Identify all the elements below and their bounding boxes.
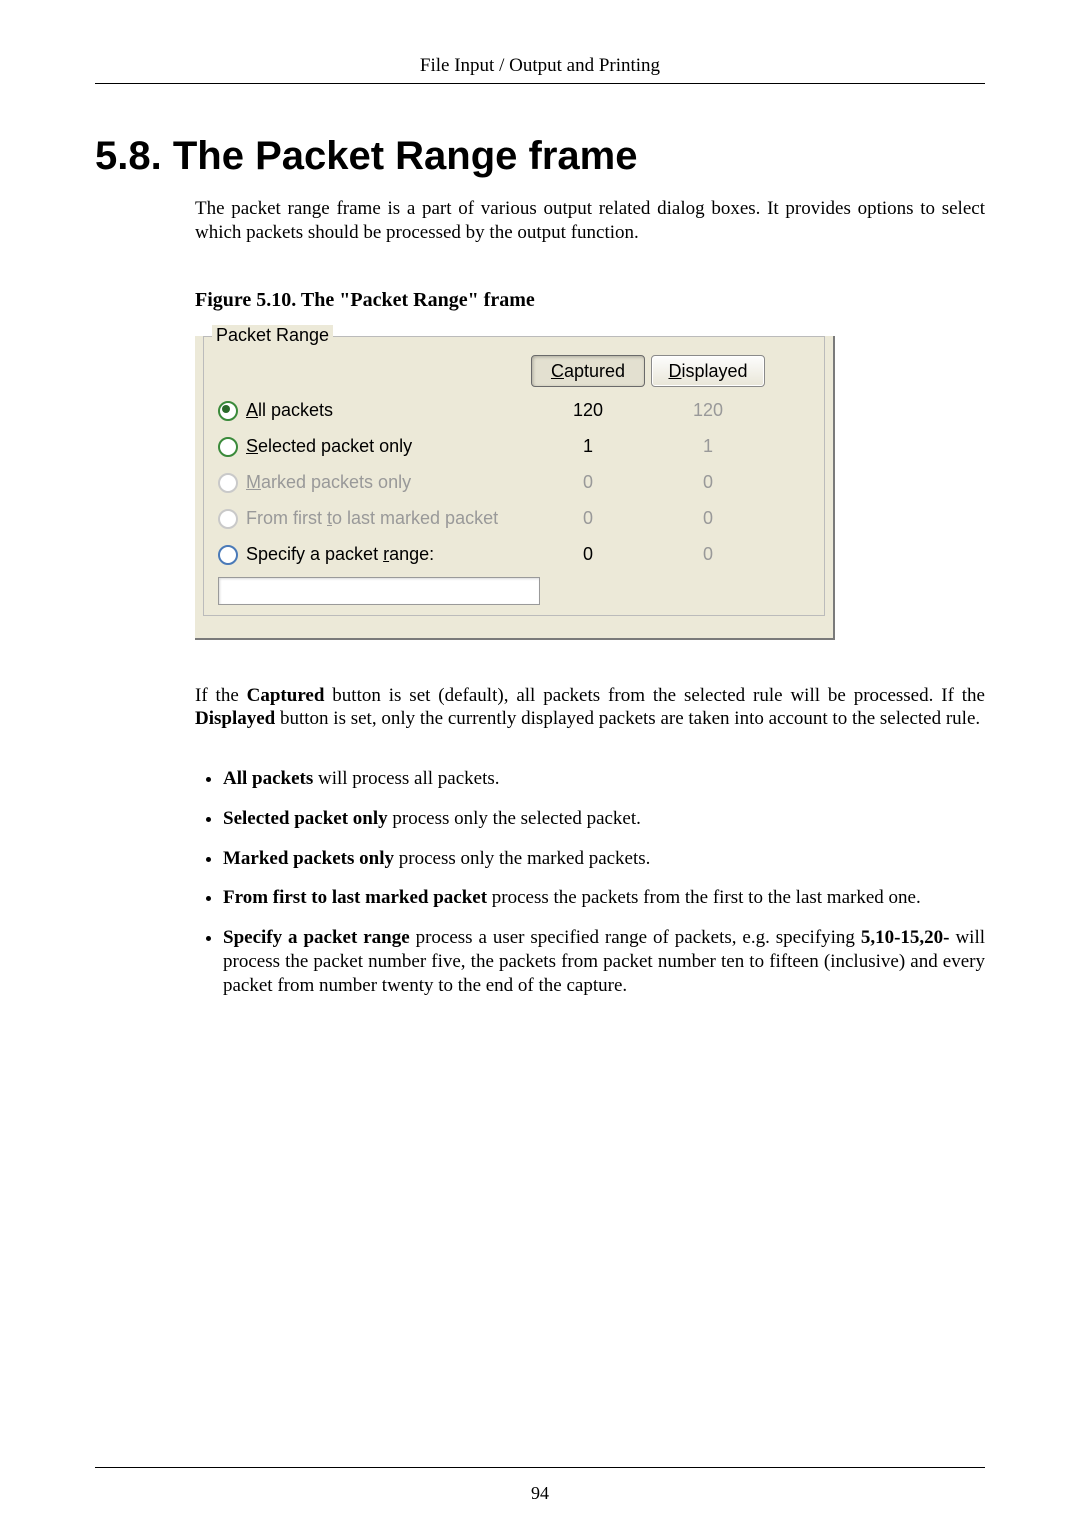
column-header-row: Captured Displayed — [204, 349, 824, 393]
section-title: 5.8. The Packet Range frame — [95, 134, 985, 179]
explain-pre: If the — [195, 685, 247, 706]
radio-option-all[interactable]: All packets — [218, 400, 528, 421]
radio-label: All packets — [246, 400, 333, 421]
displayed-value: 0 — [648, 508, 768, 529]
explain-captured-bold: Captured — [247, 685, 325, 706]
packet-range-fieldset: Packet Range Captured Displayed All pack… — [203, 336, 825, 616]
intro-paragraph: The packet range frame is a part of vari… — [195, 197, 985, 245]
radio-option-marked: Marked packets only — [218, 472, 528, 493]
captured-value: 120 — [528, 400, 648, 421]
radio-label: Specify a packet range: — [246, 544, 434, 565]
explain-mid: button is set (default), all packets fro… — [324, 685, 985, 706]
bullet-item: All packets will process all packets. — [223, 767, 985, 791]
displayed-button-cell: Displayed — [648, 355, 768, 387]
captured-value: 1 — [528, 436, 648, 457]
header-rule — [95, 83, 985, 84]
radio-label: Selected packet only — [246, 436, 412, 457]
packet-range-frame: Packet Range Captured Displayed All pack… — [195, 336, 835, 640]
page-number: 94 — [0, 1483, 1080, 1504]
packet-range-row-specify: Specify a packet range: 00 — [204, 537, 824, 573]
radio-option-first_to_last: From first to last marked packet — [218, 508, 528, 529]
captured-value: 0 — [528, 508, 648, 529]
radio-option-specify[interactable]: Specify a packet range: — [218, 544, 528, 565]
packet-range-row-all: All packets 120120 — [204, 393, 824, 429]
displayed-value: 0 — [648, 472, 768, 493]
captured-value: 0 — [528, 544, 648, 565]
bullet-item: Specify a packet range process a user sp… — [223, 926, 985, 997]
radio-icon[interactable] — [218, 437, 238, 457]
radio-label: Marked packets only — [246, 472, 411, 493]
displayed-button[interactable]: Displayed — [651, 355, 765, 387]
bullet-item: Selected packet only process only the se… — [223, 807, 985, 831]
range-input-row — [204, 573, 824, 605]
radio-icon — [218, 473, 238, 493]
explain-post: button is set, only the currently displa… — [275, 708, 980, 729]
captured-button[interactable]: Captured — [531, 355, 645, 387]
explain-paragraph: If the Captured button is set (default),… — [195, 684, 985, 732]
packet-range-legend: Packet Range — [212, 325, 333, 346]
packet-range-row-first_to_last: From first to last marked packet 00 — [204, 501, 824, 537]
radio-icon — [218, 509, 238, 529]
footer-rule — [95, 1467, 985, 1468]
running-header: File Input / Output and Printing — [95, 55, 985, 77]
section-number: 5.8. — [95, 134, 162, 178]
displayed-value: 0 — [648, 544, 768, 565]
section-title-text: The Packet Range frame — [173, 134, 638, 178]
displayed-value: 120 — [648, 400, 768, 421]
bullet-item: From first to last marked packet process… — [223, 886, 985, 910]
packet-range-rows: All packets 120120 Selected packet only 11 M… — [204, 393, 824, 573]
captured-button-cell: Captured — [528, 355, 648, 387]
page: File Input / Output and Printing 5.8. Th… — [0, 0, 1080, 1528]
radio-label: From first to last marked packet — [246, 508, 498, 529]
bullet-list: All packets will process all packets. Sel… — [195, 767, 985, 997]
bullet-item: Marked packets only process only the mar… — [223, 847, 985, 871]
captured-value: 0 — [528, 472, 648, 493]
figure-caption: Figure 5.10. The "Packet Range" frame — [195, 289, 985, 312]
packet-range-row-selected: Selected packet only 11 — [204, 429, 824, 465]
displayed-value: 1 — [648, 436, 768, 457]
range-input[interactable] — [218, 577, 540, 605]
radio-option-selected[interactable]: Selected packet only — [218, 436, 528, 457]
radio-icon[interactable] — [218, 401, 238, 421]
radio-icon[interactable] — [218, 545, 238, 565]
packet-range-row-marked: Marked packets only 00 — [204, 465, 824, 501]
explain-displayed-bold: Displayed — [195, 708, 275, 729]
